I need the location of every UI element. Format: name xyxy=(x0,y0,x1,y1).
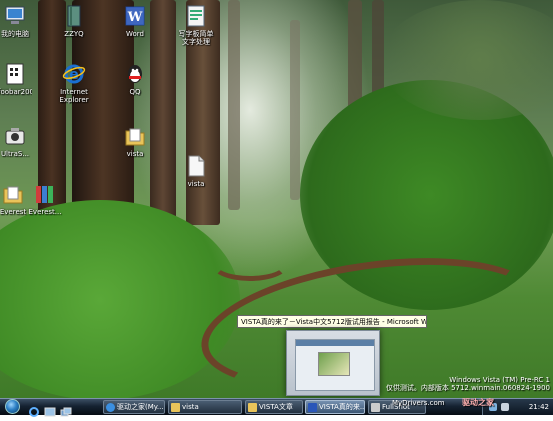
site-watermark: 驱动之家 xyxy=(462,398,494,408)
build-watermark: Windows Vista (TM) Pre-RC 1 仅供测试。内部版本 57… xyxy=(386,376,550,392)
ie-icon xyxy=(106,403,115,412)
book-icon xyxy=(62,4,86,28)
folder-icon xyxy=(123,124,147,148)
desktop-icon-ultrastart[interactable]: UltraS... xyxy=(0,124,44,158)
site-url: MyDrivers.com xyxy=(392,398,445,408)
clock[interactable]: 21:42 xyxy=(529,399,549,415)
computer-icon xyxy=(3,4,27,28)
icon-label: Internet Explorer xyxy=(59,88,89,104)
windows-orb-icon xyxy=(5,399,20,414)
ie-icon[interactable] xyxy=(28,402,40,417)
document-icon xyxy=(184,154,208,178)
icon-label: QQ xyxy=(129,88,141,96)
desktop-background: 我的电脑 ZZYQ W Word 写字板简单文字处理 foobar2000 e … xyxy=(0,0,553,398)
site-watermark-text: 驱动之家 xyxy=(462,398,494,407)
icon-label: Word xyxy=(126,30,144,38)
desktop-icon-internet-explorer[interactable]: e Internet Explorer xyxy=(45,62,103,104)
taskbar-button-vista-articles[interactable]: VISTA文章 xyxy=(245,400,303,414)
desktop-icon-everest-app[interactable]: Everest... xyxy=(16,182,74,216)
desktop-icon-vista-folder[interactable]: vista xyxy=(106,124,164,158)
site-url-text: MyDrivers.com xyxy=(392,399,445,407)
taskbar-thumbnail-preview[interactable] xyxy=(286,330,380,396)
icon-label: foobar2000 xyxy=(0,88,32,96)
taskbar-button-mydrivers[interactable]: 驱动之家(My... xyxy=(103,400,165,414)
icon-label: vista xyxy=(126,150,144,158)
thumbnail-titlebar xyxy=(296,340,374,346)
icon-label: UltraS... xyxy=(0,150,30,158)
foliage xyxy=(0,200,240,398)
icon-label: ZZYQ xyxy=(64,30,84,38)
tree-trunk xyxy=(290,20,300,200)
icon-label: Everest... xyxy=(28,208,62,216)
taskbar-tooltip: VISTA真的来了－Vista中文5712版试用报告 - Microsoft W… xyxy=(237,315,427,328)
icon-label: 写字板简单文字处理 xyxy=(178,30,214,46)
desktop-icon-wordpad[interactable]: 写字板简单文字处理 xyxy=(167,4,225,54)
desktop-icon-my-computer[interactable]: 我的电脑 xyxy=(0,4,44,38)
word-icon: W xyxy=(123,4,147,28)
taskbar-button-label: VISTA文章 xyxy=(259,403,293,411)
notepad-icon xyxy=(184,4,208,28)
thumbnail-window xyxy=(295,339,375,391)
taskbar-button-word-document[interactable]: VISTA真的来... xyxy=(305,400,365,414)
folder-icon xyxy=(171,403,180,412)
svg-text:W: W xyxy=(127,10,143,25)
watermark-line-1: Windows Vista (TM) Pre-RC 1 xyxy=(449,376,550,384)
qq-icon xyxy=(123,62,147,86)
tree-trunk xyxy=(228,0,240,210)
desktop-icon-vista-document[interactable]: vista xyxy=(167,154,225,188)
switch-windows-icon[interactable] xyxy=(60,402,72,417)
foobar-icon xyxy=(3,62,27,86)
watermark-line-2: 仅供测试。内部版本 5712.winmain.060824-1900 xyxy=(385,384,550,392)
dirt-path xyxy=(210,245,290,281)
volume-icon[interactable] xyxy=(501,403,509,411)
ie-icon: e xyxy=(62,62,86,86)
desktop-icon-word[interactable]: W Word xyxy=(106,4,164,38)
books-icon xyxy=(33,182,57,206)
taskbar-button-label: 驱动之家(My... xyxy=(117,403,164,411)
camera-icon xyxy=(3,124,27,148)
desktop-icon-foobar2000[interactable]: foobar2000 xyxy=(0,62,44,104)
icon-label: 我的电脑 xyxy=(1,30,29,38)
start-button[interactable] xyxy=(2,399,24,415)
taskbar-button-label: vista xyxy=(182,403,199,411)
show-desktop-icon[interactable] xyxy=(44,402,56,417)
word-icon xyxy=(308,403,317,412)
desktop-icon-zzyq[interactable]: ZZYQ xyxy=(45,4,103,38)
thumbnail-image xyxy=(318,352,350,376)
icon-label: vista xyxy=(187,180,205,188)
folder-icon xyxy=(248,403,257,412)
desktop-icon-qq[interactable]: QQ xyxy=(106,62,164,96)
taskbar-button-label: VISTA真的来... xyxy=(319,403,365,411)
camera-icon xyxy=(371,403,380,412)
taskbar-button-vista[interactable]: vista xyxy=(168,400,242,414)
